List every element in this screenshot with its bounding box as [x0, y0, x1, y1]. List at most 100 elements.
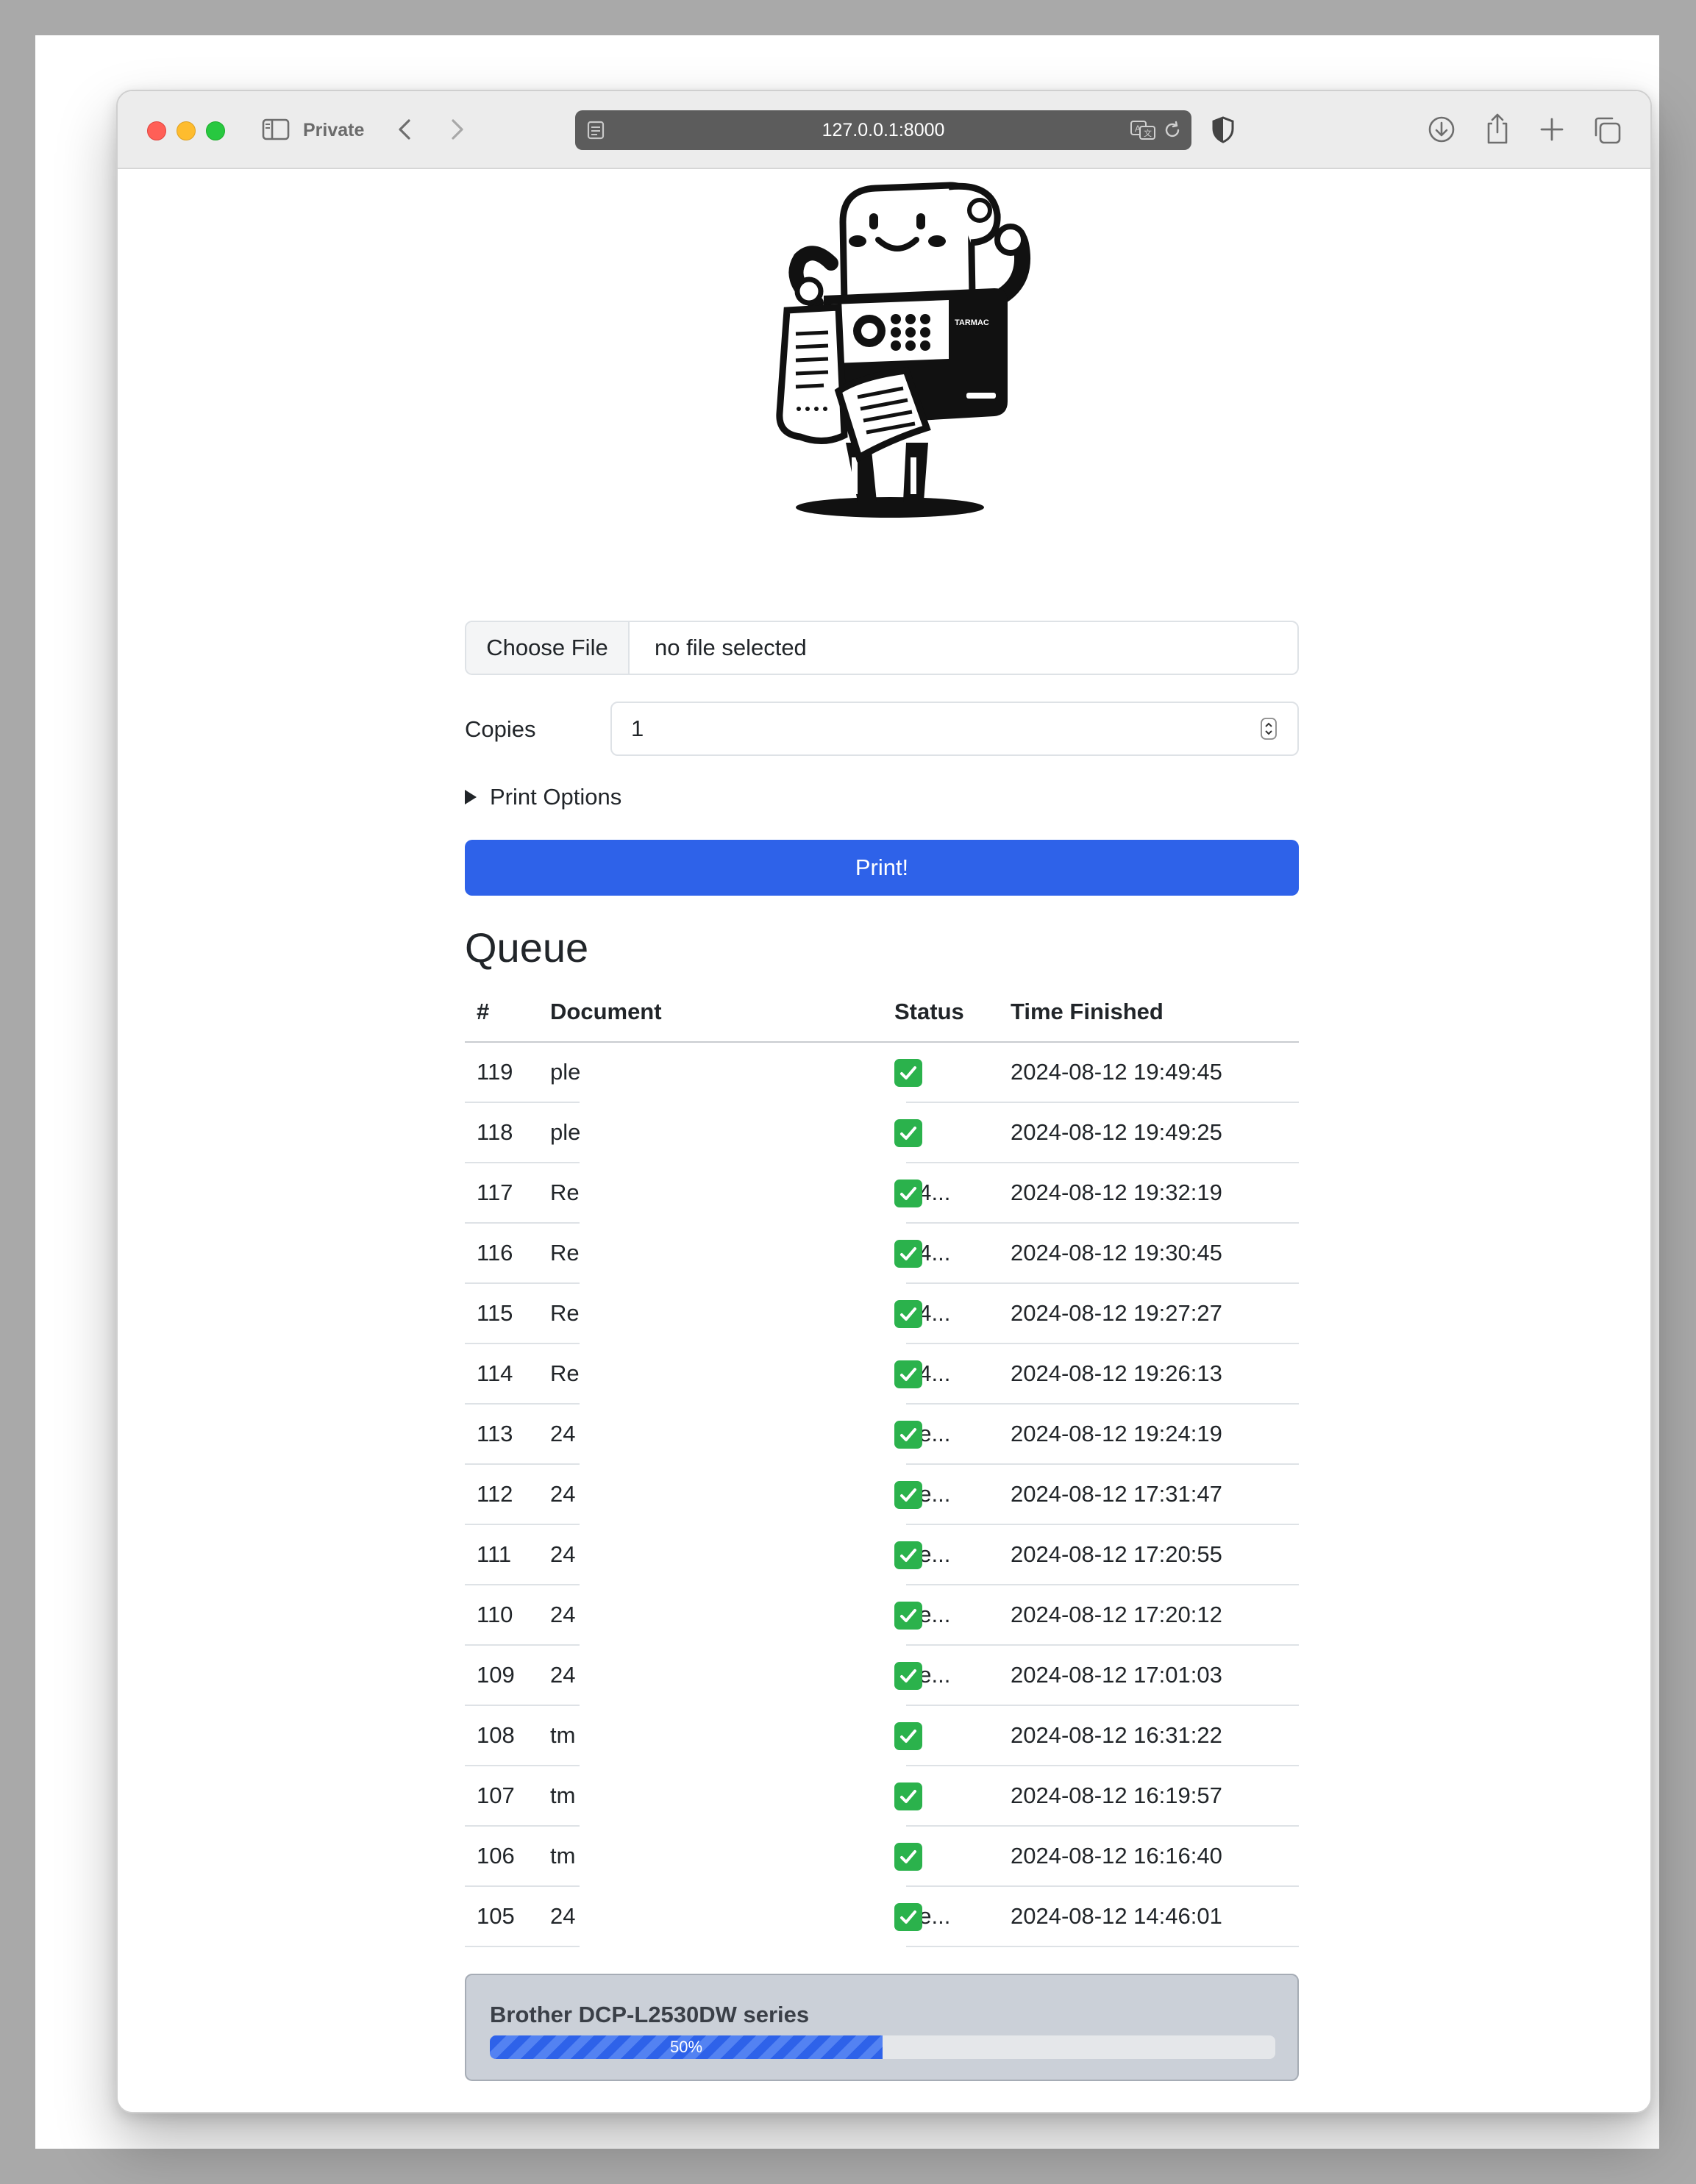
column-header-number: #	[477, 999, 490, 1024]
copies-number-input[interactable]: 1	[610, 702, 1299, 756]
document-name[interactable]: tm	[550, 1827, 580, 1885]
zoom-window-button[interactable]	[206, 121, 225, 140]
job-number: 116	[477, 1240, 513, 1266]
table-row: 111 24 ne... 2024-08-12 17:20:55	[465, 1525, 1299, 1587]
svg-text:文: 文	[1144, 128, 1152, 138]
job-number: 105	[477, 1903, 515, 1929]
printer-name: Brother DCP-L2530DW series	[490, 2002, 810, 2027]
table-row: 116 Re 24... 2024-08-12 19:30:45	[465, 1224, 1299, 1285]
time-finished: 2024-08-12 19:32:19	[1011, 1180, 1222, 1205]
check-mark-icon	[894, 1180, 922, 1207]
check-mark-icon	[894, 1059, 922, 1087]
table-row: 113 24 ne... 2024-08-12 19:24:19	[465, 1405, 1299, 1466]
queue-heading: Queue	[465, 924, 589, 971]
check-mark-icon	[894, 1300, 922, 1328]
browser-toolbar: Private 127.0.0.1:8000 A文	[118, 91, 1650, 169]
document-name[interactable]: 24	[550, 1525, 580, 1584]
table-row: 108 tm 2024-08-12 16:31:22	[465, 1706, 1299, 1768]
number-stepper-icon[interactable]	[1259, 718, 1278, 740]
file-selection-status: no file selected	[655, 635, 807, 660]
progress-label: 50%	[669, 2038, 703, 2056]
time-finished: 2024-08-12 14:46:01	[1011, 1903, 1222, 1929]
document-name[interactable]: ple	[550, 1043, 580, 1102]
table-row: 107 tm 2024-08-12 16:19:57	[465, 1766, 1299, 1828]
table-row: 114 Re 24... 2024-08-12 19:26:13	[465, 1344, 1299, 1406]
print-button[interactable]: Print!	[465, 840, 1299, 896]
print-options-disclosure[interactable]: Print Options	[465, 782, 621, 812]
check-mark-icon	[894, 1662, 922, 1690]
document-name[interactable]: 24	[550, 1887, 580, 1946]
check-mark-icon	[894, 1541, 922, 1569]
document-name[interactable]: Re	[550, 1284, 580, 1343]
row-divider-gap	[580, 1944, 906, 1949]
document-name[interactable]: tm	[550, 1766, 580, 1825]
table-row: 118 ple 2024-08-12 19:49:25	[465, 1103, 1299, 1165]
copies-label: Copies	[465, 716, 536, 742]
document-name[interactable]: Re	[550, 1163, 580, 1222]
forward-icon[interactable]	[446, 116, 468, 143]
check-mark-icon	[894, 1782, 922, 1810]
time-finished: 2024-08-12 19:49:45	[1011, 1059, 1222, 1085]
document-name[interactable]: 24	[550, 1465, 580, 1524]
minimize-window-button[interactable]	[177, 121, 196, 140]
job-number: 111	[477, 1541, 512, 1567]
table-row: 117 Re 24... 2024-08-12 19:32:19	[465, 1163, 1299, 1225]
privacy-shield-icon[interactable]	[1211, 115, 1236, 144]
job-number: 115	[477, 1300, 513, 1326]
disclosure-triangle-icon[interactable]	[465, 790, 477, 804]
private-mode-label: Private	[303, 120, 365, 140]
check-mark-icon	[894, 1421, 922, 1449]
table-row: 112 24 ne... 2024-08-12 17:31:47	[465, 1465, 1299, 1527]
share-icon[interactable]	[1483, 112, 1512, 146]
document-name[interactable]: Re	[550, 1344, 580, 1403]
check-mark-icon	[894, 1722, 922, 1750]
time-finished: 2024-08-12 19:26:13	[1011, 1360, 1222, 1386]
screenshot-frame: Private 127.0.0.1:8000 A文 TARMAC Choose …	[35, 35, 1659, 2149]
table-row: 105 24 ne... 2024-08-12 14:46:01	[465, 1887, 1299, 1949]
browser-window: Private 127.0.0.1:8000 A文 TARMAC Choose …	[116, 90, 1652, 2113]
back-icon[interactable]	[394, 116, 416, 143]
translate-icon[interactable]: A文	[1130, 119, 1156, 141]
document-name[interactable]: 24	[550, 1405, 580, 1463]
choose-file-button[interactable]: Choose File	[466, 622, 630, 674]
table-row: 119 ple 2024-08-12 19:49:45	[465, 1043, 1299, 1105]
printer-mascot-logo: TARMAC	[776, 182, 1031, 518]
job-number: 112	[477, 1481, 513, 1507]
new-tab-icon[interactable]	[1537, 115, 1567, 144]
job-number: 110	[477, 1602, 513, 1627]
address-bar[interactable]: 127.0.0.1:8000 A文	[575, 110, 1191, 150]
check-mark-icon	[894, 1360, 922, 1388]
close-window-button[interactable]	[147, 121, 166, 140]
table-row: 109 24 ne... 2024-08-12 17:01:03	[465, 1646, 1299, 1707]
time-finished: 2024-08-12 17:31:47	[1011, 1481, 1222, 1507]
queue-table: # Document Status Time Finished 119 ple 20…	[465, 982, 1299, 1949]
copies-value[interactable]: 1	[631, 703, 644, 754]
document-name[interactable]: tm	[550, 1706, 580, 1765]
job-number: 117	[477, 1180, 513, 1205]
print-progress-bar: 50%	[490, 2035, 1275, 2059]
time-finished: 2024-08-12 19:27:27	[1011, 1300, 1222, 1326]
svg-text:TARMAC: TARMAC	[955, 318, 989, 327]
printer-status-card: Brother DCP-L2530DW series 50%	[465, 1974, 1299, 2081]
check-mark-icon	[894, 1843, 922, 1871]
job-number: 113	[477, 1421, 513, 1446]
reload-icon[interactable]	[1162, 120, 1183, 140]
download-icon[interactable]	[1427, 115, 1456, 144]
job-number: 118	[477, 1119, 513, 1145]
document-name[interactable]: Re	[550, 1224, 580, 1282]
job-number: 114	[477, 1360, 513, 1386]
table-row: 106 tm 2024-08-12 16:16:40	[465, 1827, 1299, 1888]
document-name[interactable]: ple	[550, 1103, 580, 1162]
document-name[interactable]: 24	[550, 1585, 580, 1644]
sidebar-toggle-icon[interactable]	[262, 118, 290, 141]
page-content: TARMAC Choose File no file selected Copi…	[118, 169, 1650, 2112]
url-text[interactable]: 127.0.0.1:8000	[575, 110, 1191, 150]
document-name[interactable]: 24	[550, 1646, 580, 1705]
time-finished: 2024-08-12 16:16:40	[1011, 1843, 1222, 1869]
time-finished: 2024-08-12 17:01:03	[1011, 1662, 1222, 1688]
print-options-label[interactable]: Print Options	[490, 784, 621, 810]
check-mark-icon	[894, 1240, 922, 1268]
file-upload-input[interactable]: Choose File no file selected	[465, 621, 1299, 675]
tab-overview-icon[interactable]	[1592, 115, 1622, 146]
time-finished: 2024-08-12 16:19:57	[1011, 1782, 1222, 1808]
